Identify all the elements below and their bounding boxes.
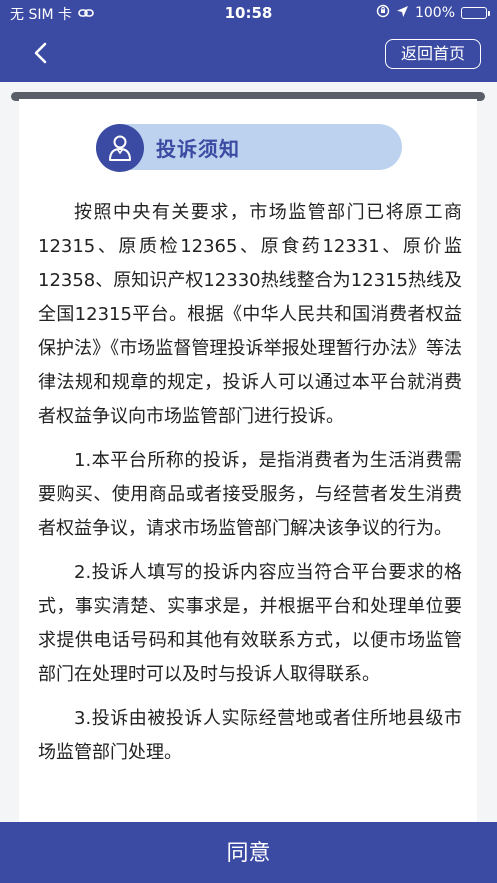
navigation-bar: 返回首页	[0, 30, 497, 76]
back-button[interactable]	[26, 38, 56, 68]
chevron-left-icon	[34, 42, 47, 64]
notice-paragraph: 2.投诉人填写的投诉内容应当符合平台要求的格式，事实清楚、实事求是，并根据平台和…	[38, 562, 462, 685]
battery-percent: 100%	[414, 5, 455, 21]
status-bar: 无 SIM 卡 10:58 100%	[0, 0, 497, 26]
top-bar: 无 SIM 卡 10:58 100% 返回首页	[0, 0, 497, 82]
agree-button[interactable]: 同意	[0, 822, 497, 883]
return-home-button[interactable]: 返回首页	[385, 39, 481, 69]
battery-icon	[461, 7, 490, 19]
notice-content: 按照中央有关要求，市场监管部门已将原工商12315、原质检12365、原食药12…	[38, 196, 462, 780]
user-icon	[109, 135, 131, 161]
notice-paragraph: 3.投诉由被投诉人实际经营地或者住所地县级市场监管部门处理。	[38, 708, 462, 763]
notice-title: 投诉须知	[156, 137, 240, 161]
orientation-lock-icon	[376, 4, 390, 22]
notice-paragraph: 1.本平台所称的投诉，是指消费者为生活消费需要购买、使用商品或者接受服务，与经营…	[38, 450, 462, 539]
notice-paragraph: 按照中央有关要求，市场监管部门已将原工商12315、原质检12365、原食药12…	[38, 202, 462, 427]
title-avatar	[96, 124, 144, 172]
location-icon	[396, 5, 409, 22]
